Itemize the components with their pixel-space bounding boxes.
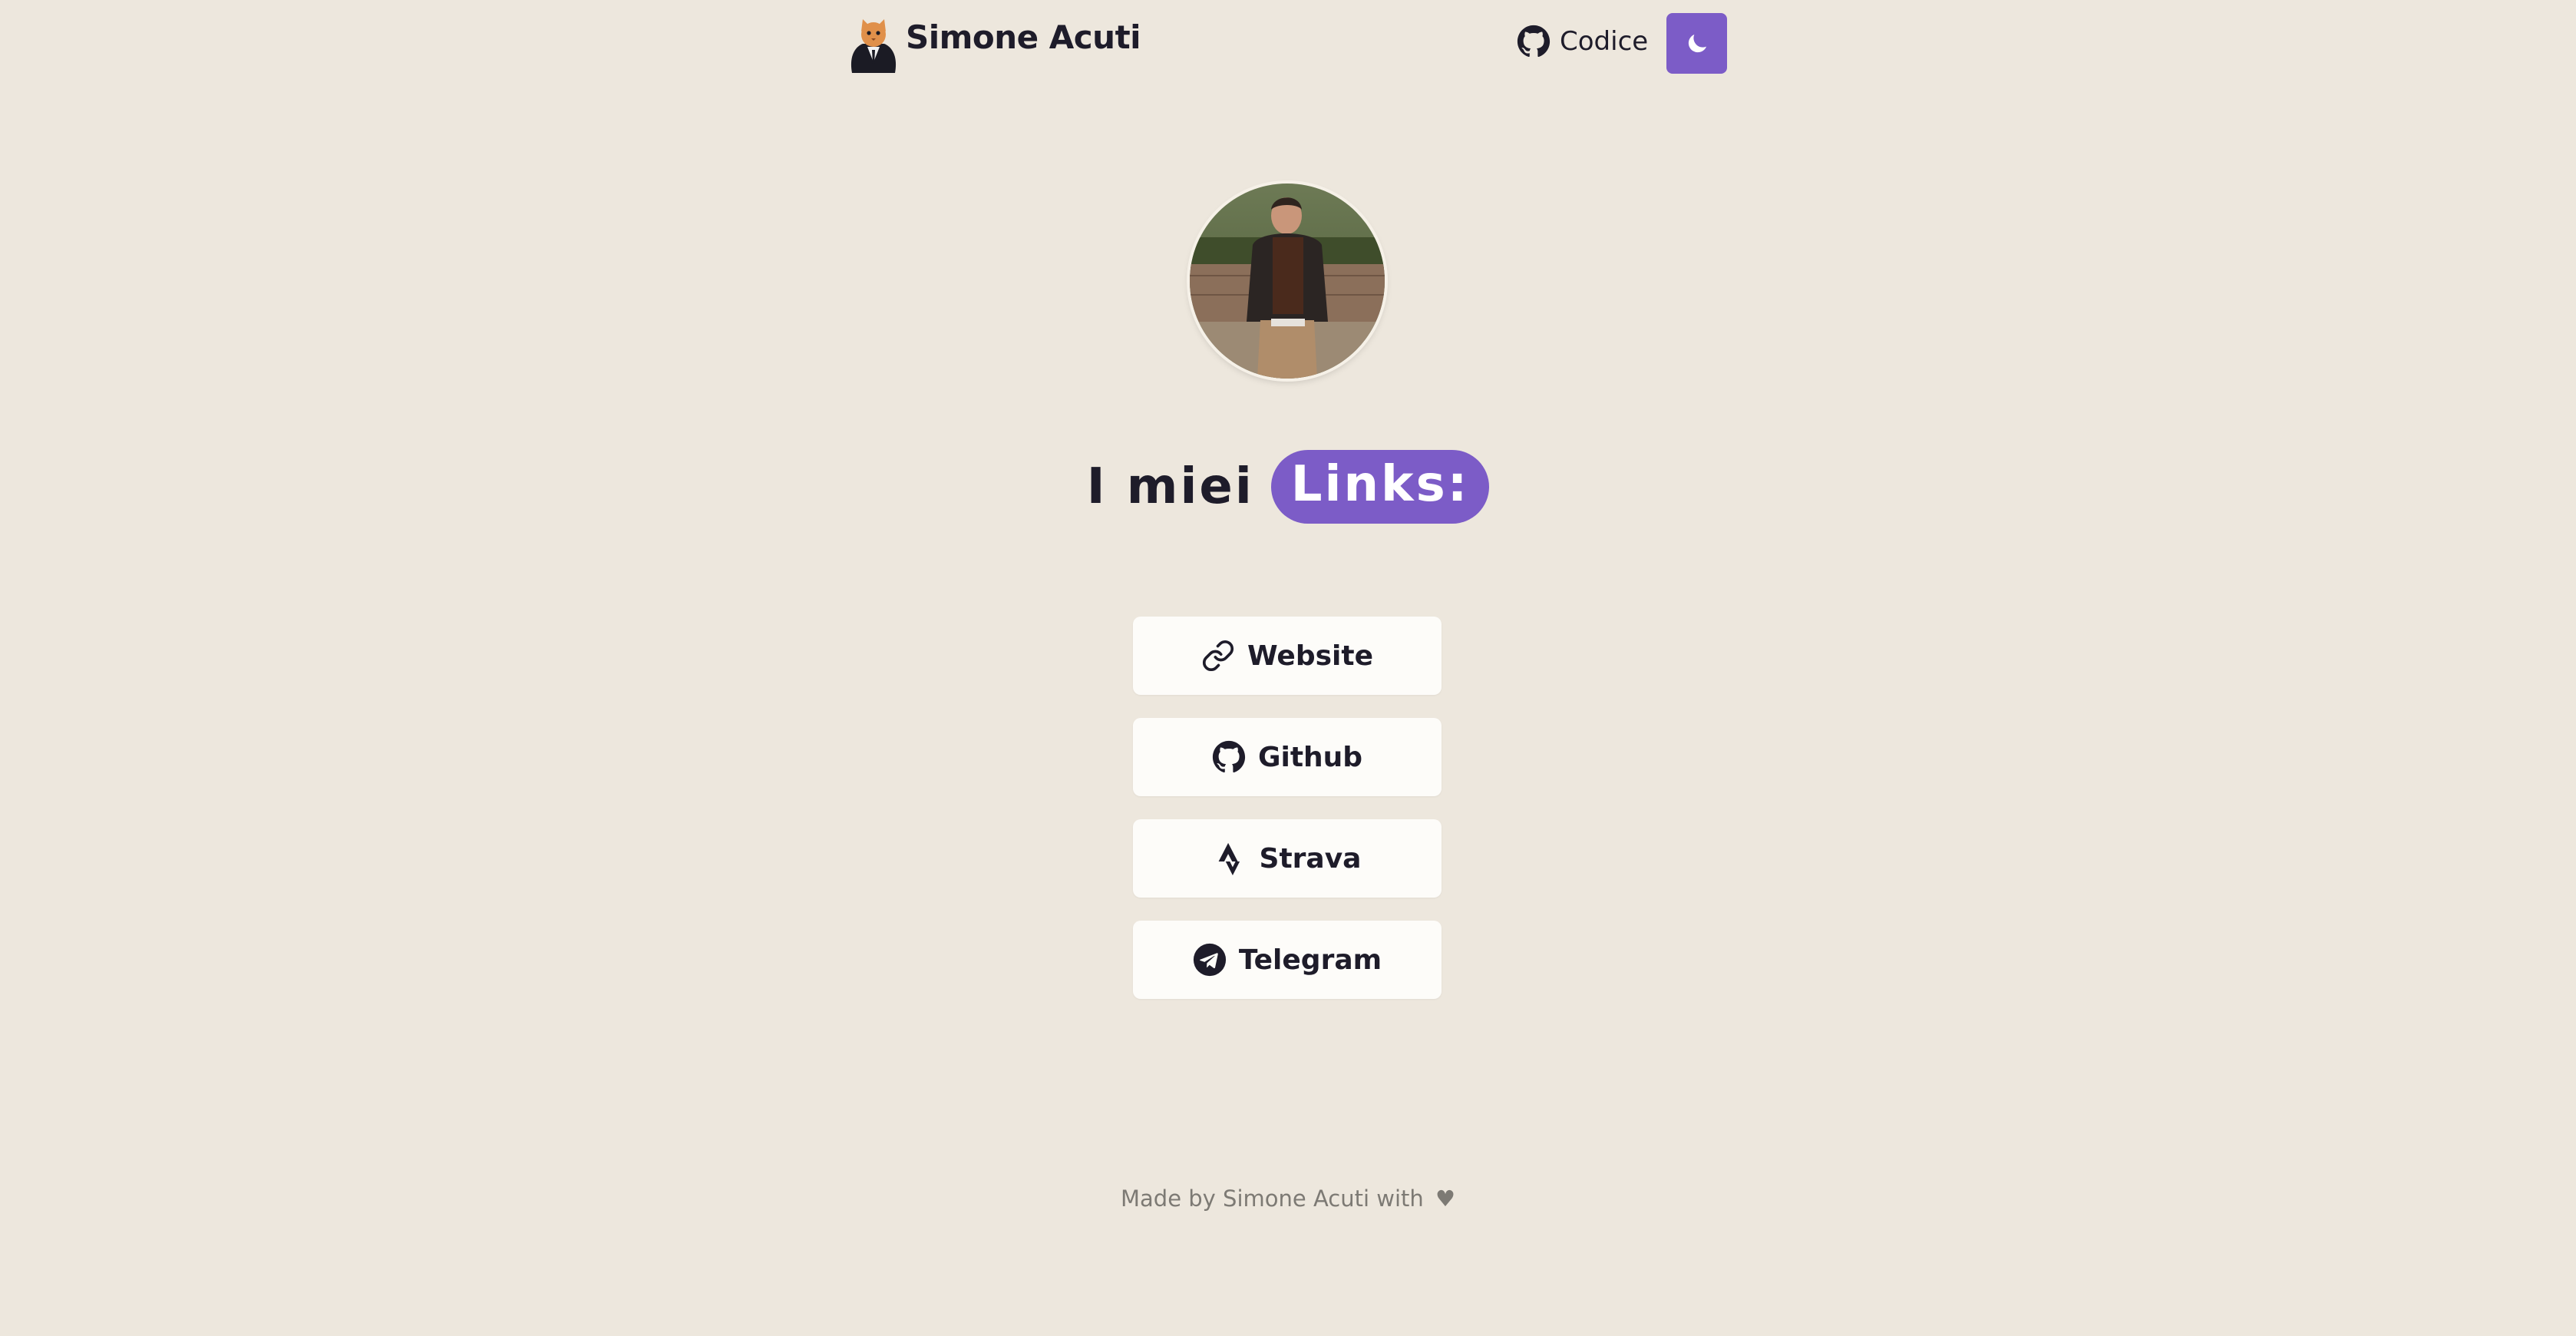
strava-icon [1218, 842, 1240, 875]
title-highlight: Links: [1270, 450, 1490, 524]
brand[interactable]: Simone Acuti [844, 11, 1141, 80]
theme-toggle-button[interactable] [1666, 13, 1727, 74]
avatar [1190, 184, 1385, 379]
profile-photo [1190, 184, 1385, 379]
strava-button[interactable]: Strava [1133, 819, 1442, 898]
github-icon [1212, 740, 1246, 773]
github-label: Github [1257, 741, 1363, 773]
github-icon [1517, 25, 1551, 58]
code-link[interactable]: Codice [1517, 25, 1648, 58]
strava-label: Strava [1259, 842, 1362, 875]
brand-name: Simone Acuti [906, 18, 1141, 56]
telegram-button[interactable]: Telegram [1133, 921, 1442, 999]
cat-logo-icon [850, 19, 897, 73]
website-button[interactable]: Website [1133, 617, 1442, 695]
site-header: Simone Acuti Codice [844, 11, 1727, 80]
heart-icon: ♥ [1435, 1186, 1455, 1212]
footer-text: Made by Simone Acuti with [1121, 1186, 1424, 1212]
title-prefix: I miei [1086, 458, 1254, 515]
github-button[interactable]: Github [1133, 718, 1442, 796]
footer: Made by Simone Acuti with ♥ [0, 1186, 2576, 1212]
telegram-label: Telegram [1238, 944, 1382, 976]
code-link-label: Codice [1560, 26, 1649, 57]
moon-icon [1688, 34, 1706, 52]
website-label: Website [1247, 640, 1373, 672]
telegram-icon [1193, 943, 1226, 977]
link-icon [1202, 640, 1234, 672]
links-list: Website Github Strava Telegram [1133, 617, 1442, 1022]
page-title: I miei Links: [0, 450, 2576, 524]
